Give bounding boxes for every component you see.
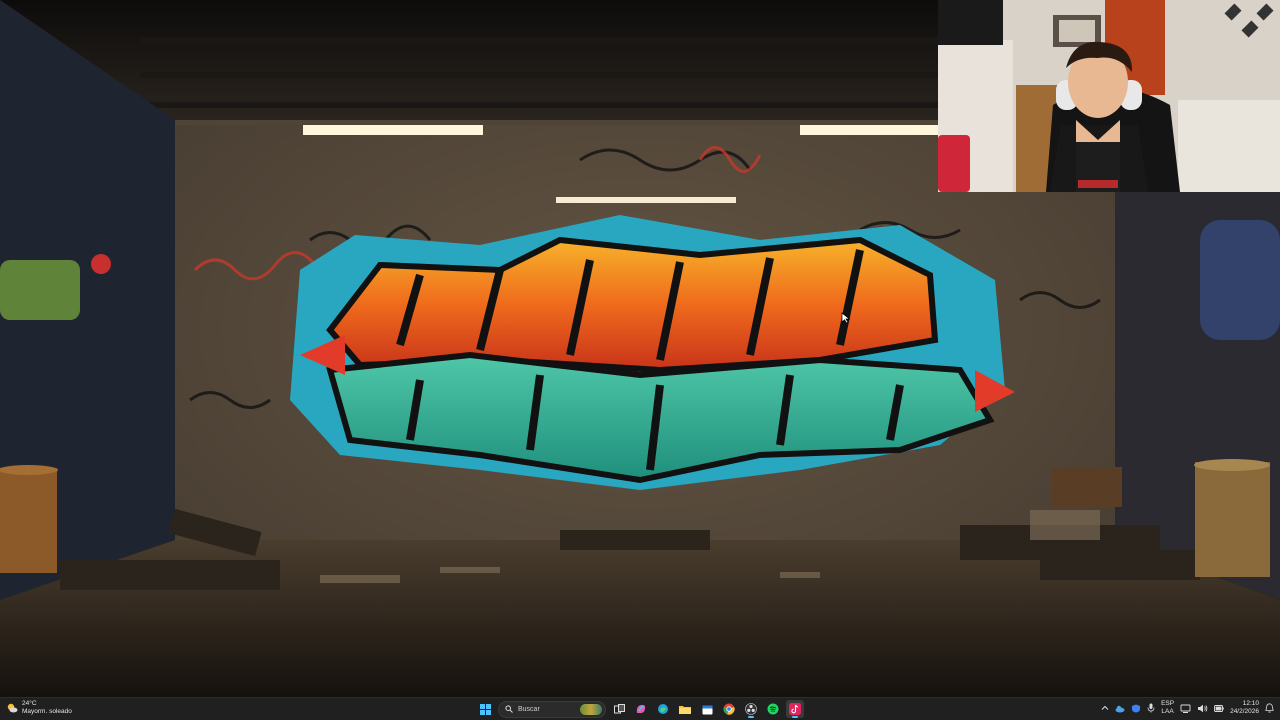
notification-bell-icon[interactable] <box>1265 703 1274 713</box>
start-button[interactable] <box>476 700 494 718</box>
calendar-button[interactable] <box>698 700 716 718</box>
clock-time: 12:10 <box>1242 700 1259 707</box>
microphone-icon[interactable] <box>1147 703 1155 713</box>
chrome-icon <box>723 703 735 715</box>
copilot-icon <box>636 704 646 714</box>
taskbar: 24°C Mayorm. soleado Buscar ESP LAA 12:1… <box>0 697 1280 720</box>
weather-temperature: 24°C <box>22 700 37 707</box>
security-shield-icon[interactable] <box>1131 704 1141 713</box>
chrome-button[interactable] <box>720 700 738 718</box>
clock-date: 24/2/2026 <box>1230 708 1259 715</box>
calendar-icon <box>702 705 712 714</box>
layout-code: LAA <box>1161 708 1174 715</box>
chevron-up-icon[interactable] <box>1101 704 1109 712</box>
tiktok-icon <box>789 703 801 715</box>
spotify-icon <box>767 703 779 715</box>
weather-widget[interactable]: 24°C Mayorm. soleado <box>6 700 72 716</box>
taskbar-apps: Buscar <box>476 700 804 718</box>
mouse-cursor-icon <box>841 312 851 324</box>
folder-icon <box>679 705 691 714</box>
search-highlight-icon <box>580 703 602 715</box>
weather-condition: Mayorm. soleado <box>22 708 72 715</box>
obs-button[interactable] <box>742 700 760 718</box>
obs-icon <box>745 703 757 715</box>
spotify-button[interactable] <box>764 700 782 718</box>
search-label: Buscar <box>518 705 540 713</box>
stream-canvas <box>0 0 1280 697</box>
task-view-icon <box>613 703 625 713</box>
edge-button[interactable] <box>654 700 672 718</box>
tiktok-button[interactable] <box>786 700 804 718</box>
search-box[interactable]: Buscar <box>498 700 606 718</box>
system-tray: ESP LAA 12:10 24/2/2026 <box>1101 700 1274 716</box>
volume-icon[interactable] <box>1197 704 1208 713</box>
partly-sunny-icon <box>7 703 18 713</box>
windows-logo-icon <box>479 703 491 715</box>
search-icon <box>505 705 513 713</box>
copilot-button[interactable] <box>632 700 650 718</box>
edge-icon <box>658 704 668 714</box>
task-view-button[interactable] <box>610 700 628 718</box>
network-icon[interactable] <box>1180 704 1191 713</box>
streamer-webcam-image <box>938 0 1280 192</box>
keyboard-language[interactable]: ESP LAA <box>1161 700 1174 716</box>
language-code: ESP <box>1161 700 1175 707</box>
onedrive-cloud-icon[interactable] <box>1115 704 1125 713</box>
clock[interactable]: 12:10 24/2/2026 <box>1230 700 1259 716</box>
battery-icon[interactable] <box>1214 704 1224 713</box>
file-explorer-button[interactable] <box>676 700 694 718</box>
webcam-overlay <box>938 0 1280 192</box>
